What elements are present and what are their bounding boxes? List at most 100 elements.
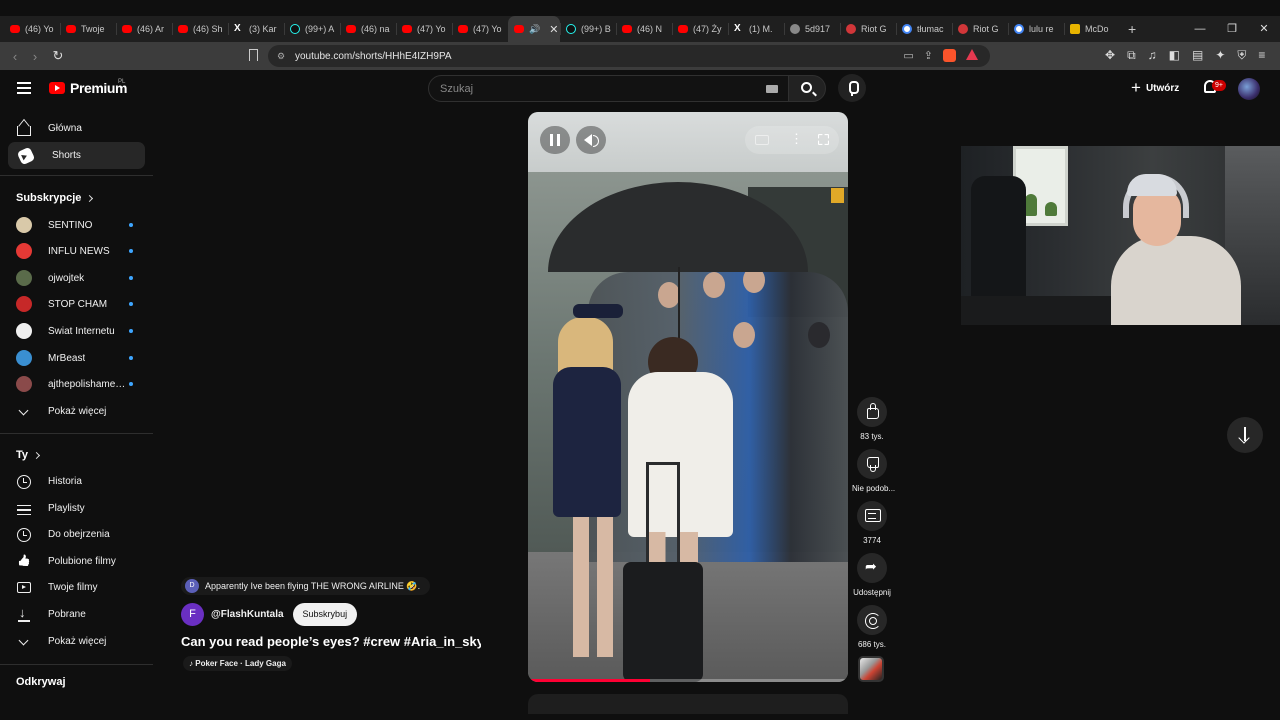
browser-tab[interactable]: X (3) Kar — [228, 16, 284, 42]
audio-playing-icon[interactable]: 🔊 — [529, 24, 540, 35]
browser-tab[interactable]: (47) Yo — [396, 16, 452, 42]
explore-heading: Odkrywaj — [16, 676, 66, 688]
show-more-you[interactable]: Pokaż więcej — [8, 628, 145, 655]
sidebar-item-home[interactable]: Główna — [8, 115, 145, 142]
dislike-action[interactable]: Nie podob... — [852, 449, 895, 493]
sidebar-item-playlists[interactable]: Playlisty — [8, 495, 145, 522]
vpn-icon[interactable]: ⛨ — [1237, 48, 1246, 63]
next-short-preview[interactable] — [528, 694, 848, 714]
account-avatar[interactable] — [1238, 78, 1260, 100]
volume-button[interactable] — [576, 126, 606, 154]
subscription-item[interactable]: INFLU NEWS — [8, 238, 145, 264]
next-short-button[interactable] — [1227, 417, 1263, 453]
subscription-item[interactable]: ojwojtek — [8, 265, 145, 291]
voice-search-button[interactable] — [838, 74, 866, 102]
forward-icon[interactable]: › — [25, 49, 45, 64]
globe-icon — [790, 24, 800, 34]
sound-thumbnail[interactable] — [858, 656, 884, 682]
search-input[interactable]: Szukaj — [428, 75, 791, 102]
sidebar-item-your-videos[interactable]: Twoje filmy — [8, 574, 145, 601]
close-window-icon[interactable]: ✕ — [1248, 16, 1280, 42]
browser-tab[interactable]: (46) N — [616, 16, 672, 42]
address-bar[interactable]: ⚙ youtube.com/shorts/HHhE4IZH9PA ▭ ⇪ — [268, 45, 990, 67]
sidebar-item-shorts[interactable]: Shorts — [8, 142, 145, 169]
bookmark-icon[interactable] — [249, 49, 258, 61]
browser-tab[interactable]: X (1) M. — [728, 16, 784, 42]
screenshot-icon[interactable]: ⧉ — [1127, 48, 1136, 63]
tiktok-icon — [566, 24, 576, 34]
browser-tab[interactable]: (47) Ży — [672, 16, 728, 42]
show-more-subscriptions[interactable]: Pokaż więcej — [8, 398, 145, 425]
browser-tab[interactable]: Twoje — [60, 16, 116, 42]
subscription-item[interactable]: Świat Internetu — [8, 318, 145, 344]
sidebar-item-history[interactable]: Historia — [8, 468, 145, 495]
browser-tab[interactable]: McDo — [1064, 16, 1120, 42]
browser-tab[interactable]: Riot G — [952, 16, 1008, 42]
subscription-item[interactable]: ajthepolishameri... — [8, 371, 145, 397]
browser-tab[interactable]: (47) Yo — [452, 16, 508, 42]
browser-tab-active[interactable]: 🔊 ✕ — [508, 16, 560, 42]
subscriptions-heading[interactable]: Subskrypcje — [16, 192, 94, 204]
browser-tab[interactable]: (46) Yo — [4, 16, 60, 42]
restore-icon[interactable]: ❐ — [1216, 16, 1248, 42]
media-icon[interactable]: ♫ — [1148, 48, 1157, 63]
new-tab-icon[interactable]: + — [1128, 21, 1136, 37]
short-title[interactable]: Can you read people’s eyes? #crew #Aria_… — [181, 634, 481, 649]
channel-name[interactable]: @FlashKuntala — [211, 609, 284, 620]
browser-tab[interactable]: (46) na — [340, 16, 396, 42]
brave-rewards-icon[interactable] — [966, 49, 978, 60]
cast-icon[interactable]: ▭ — [903, 49, 913, 62]
dislike-icon[interactable] — [857, 449, 887, 479]
shorts-video-player[interactable]: ⋮ — [528, 112, 848, 682]
sidebar-item-watch-later[interactable]: Do obejrzenia — [8, 521, 145, 548]
promo-chip[interactable]: D Apparently Ive been flying THE WRONG A… — [181, 577, 431, 595]
share-icon[interactable] — [857, 553, 887, 583]
subscription-item[interactable]: MrBeast — [8, 345, 145, 371]
sidebar-item-downloads[interactable]: Pobrane — [8, 601, 145, 628]
like-action[interactable]: 83 tys. — [852, 397, 892, 441]
wallet-icon[interactable]: ▤ — [1192, 48, 1203, 63]
subscribe-button[interactable]: Subskrybuj — [292, 603, 358, 626]
hamburger-menu-icon[interactable] — [17, 82, 31, 97]
minimize-icon[interactable]: — — [1184, 16, 1216, 42]
browser-tab[interactable]: Riot G — [840, 16, 896, 42]
create-button[interactable]: + Utwórz — [1131, 79, 1179, 96]
site-settings-icon[interactable]: ⚙ — [277, 51, 287, 61]
pause-button[interactable] — [540, 126, 570, 154]
leo-ai-icon[interactable]: ✦ — [1215, 48, 1225, 63]
youtube-premium-logo[interactable]: Premium — [49, 80, 128, 96]
browser-tab[interactable]: tłumac — [896, 16, 952, 42]
subscription-item[interactable]: STOP CHAM — [8, 291, 145, 317]
search-button[interactable] — [788, 75, 826, 102]
remix-icon[interactable] — [857, 605, 887, 635]
close-tab-icon[interactable]: ✕ — [549, 23, 558, 36]
share-action[interactable]: Udostępnij — [852, 553, 892, 597]
subscription-item[interactable]: SENTINO — [8, 212, 145, 238]
extensions-icon[interactable]: ✥ — [1105, 48, 1115, 63]
comments-action[interactable]: 3774 — [852, 501, 892, 545]
video-scene-suitcase-handle — [646, 462, 680, 564]
menu-icon[interactable]: ≡ — [1258, 48, 1265, 63]
browser-tab[interactable]: 5d917 — [784, 16, 840, 42]
like-icon[interactable] — [857, 397, 887, 427]
channel-avatar[interactable]: F — [181, 603, 204, 626]
share-icon[interactable]: ⇪ — [924, 49, 933, 62]
browser-tab[interactable]: (99+) B — [560, 16, 616, 42]
music-chip[interactable]: ♪ Poker Face · Lady Gaga — [183, 656, 292, 671]
captions-icon[interactable] — [755, 135, 769, 145]
you-heading[interactable]: Ty — [16, 449, 41, 461]
brave-shields-icon[interactable] — [943, 49, 956, 62]
browser-tab[interactable]: (46) Ar — [116, 16, 172, 42]
keyboard-icon[interactable] — [766, 85, 778, 93]
browser-tab[interactable]: (46) Sh — [172, 16, 228, 42]
sidebar-toggle-icon[interactable]: ◧ — [1169, 48, 1180, 63]
more-options-icon[interactable]: ⋮ — [790, 131, 803, 147]
remix-action[interactable]: 686 tys. — [852, 605, 892, 649]
back-icon[interactable]: ‹ — [5, 49, 25, 64]
comment-icon[interactable] — [857, 501, 887, 531]
reload-icon[interactable]: ↻ — [48, 48, 68, 64]
fullscreen-icon[interactable] — [818, 134, 829, 145]
browser-tab[interactable]: (99+) A — [284, 16, 340, 42]
browser-tab[interactable]: lulu re — [1008, 16, 1064, 42]
sidebar-item-liked[interactable]: Polubione filmy — [8, 548, 145, 575]
